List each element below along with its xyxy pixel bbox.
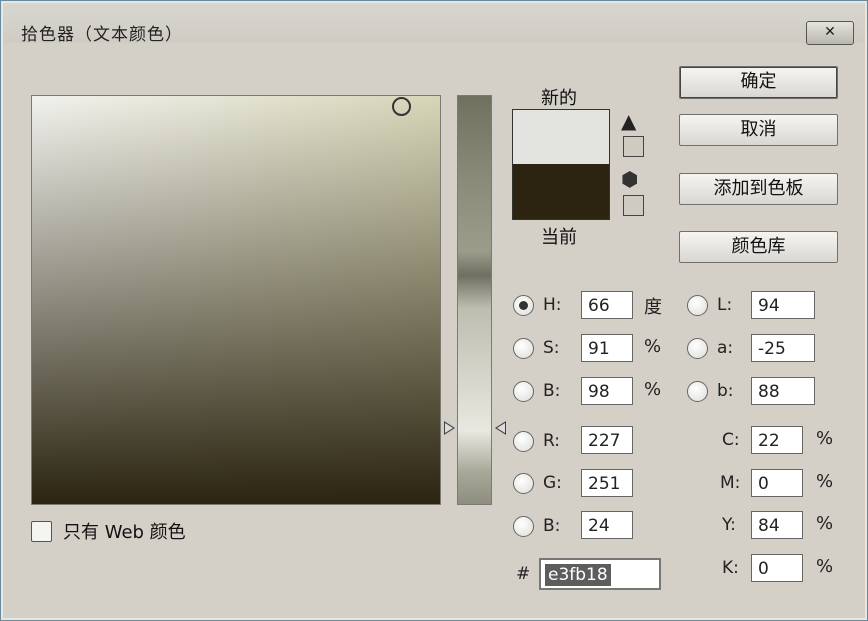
lab-l-input[interactable]: 94 [751,291,815,319]
green-radio[interactable] [513,473,534,494]
color-preview [512,109,610,220]
ok-button[interactable]: 确定 [679,66,838,99]
saturation-brightness-field[interactable] [31,95,441,505]
blue-input[interactable]: 24 [581,511,633,539]
lab-l-label: L: [717,295,733,315]
black-input[interactable]: 0 [751,554,803,582]
slider-right-arrow-icon[interactable] [495,421,506,435]
blue-label: B: [543,516,561,536]
cyan-label: C: [722,430,740,450]
black-unit: % [816,556,834,577]
hue-radio[interactable] [513,295,534,316]
saturation-label: S: [543,338,560,358]
web-colors-only-label: 只有 Web 颜色 [63,522,186,543]
hue-slider-strip[interactable] [457,95,492,505]
magenta-input[interactable]: 0 [751,469,803,497]
color-picker-circle[interactable] [392,97,411,116]
dialog-title: 拾色器（文本颜色） [21,25,183,45]
color-picker-dialog: 拾色器（文本颜色） ✕ 只有 Web 颜色 新的 当前 ▲ ⬢ 确定 取消 添加… [0,0,868,621]
hue-input[interactable]: 66 [581,291,633,319]
current-color-swatch[interactable] [513,164,609,219]
hue-unit: 度 [644,297,662,318]
new-color-swatch [513,110,609,164]
hue-label: H: [543,295,562,315]
yellow-input[interactable]: 84 [751,511,803,539]
cyan-unit: % [816,428,834,449]
yellow-unit: % [816,513,834,534]
black-label: K: [722,558,739,578]
saturation-radio[interactable] [513,338,534,359]
brightness-unit: % [644,379,662,400]
blue-radio[interactable] [513,516,534,537]
saturation-unit: % [644,336,662,357]
web-colors-only-checkbox[interactable] [31,521,52,542]
add-to-swatches-button[interactable]: 添加到色板 [679,173,838,205]
brightness-input[interactable]: 98 [581,377,633,405]
brightness-label: B: [543,381,561,401]
close-button[interactable]: ✕ [806,21,854,45]
cube-icon[interactable]: ⬢ [621,169,638,189]
hex-label: # [516,564,531,584]
lab-b-label: b: [717,381,734,401]
title-bar[interactable]: 拾色器（文本颜色） ✕ [3,3,865,45]
brightness-radio[interactable] [513,381,534,402]
saturation-input[interactable]: 91 [581,334,633,362]
yellow-label: Y: [722,515,736,535]
red-label: R: [543,431,561,451]
red-input[interactable]: 227 [581,426,633,454]
cancel-button[interactable]: 取消 [679,114,838,146]
magenta-label: M: [720,473,741,493]
magenta-unit: % [816,471,834,492]
current-color-label: 当前 [541,227,577,248]
green-label: G: [543,473,562,493]
red-radio[interactable] [513,431,534,452]
slider-left-arrow-icon[interactable] [444,421,455,435]
color-libraries-button[interactable]: 颜色库 [679,231,838,263]
lab-a-input[interactable]: -25 [751,334,815,362]
web-safe-swatch[interactable] [623,195,644,216]
warning-icon[interactable]: ▲ [621,111,636,131]
gamut-warning-swatch[interactable] [623,136,644,157]
new-color-label: 新的 [541,88,577,109]
lab-a-radio[interactable] [687,338,708,359]
cyan-input[interactable]: 22 [751,426,803,454]
hex-input[interactable]: e3fb18 [539,558,661,590]
green-input[interactable]: 251 [581,469,633,497]
hex-value: e3fb18 [545,564,611,586]
lab-b-input[interactable]: 88 [751,377,815,405]
lab-a-label: a: [717,338,734,358]
lab-l-radio[interactable] [687,295,708,316]
lab-b-radio[interactable] [687,381,708,402]
